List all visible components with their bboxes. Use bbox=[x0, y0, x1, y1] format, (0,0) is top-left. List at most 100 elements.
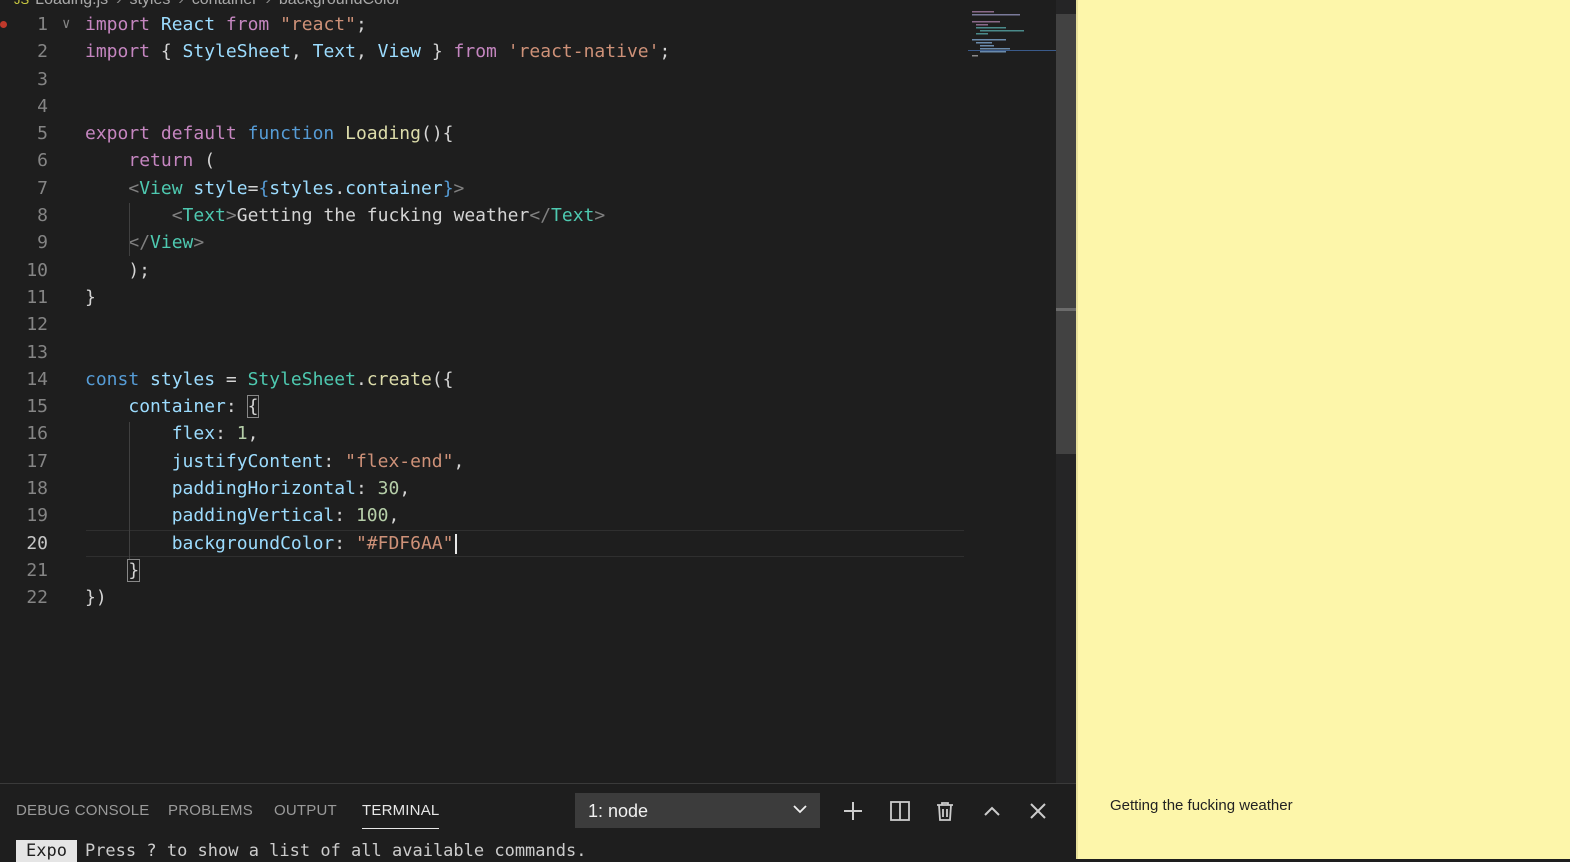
code-line[interactable]: 4 bbox=[0, 93, 1060, 120]
code-token: , bbox=[453, 450, 465, 472]
code-line[interactable]: 9 </View> bbox=[0, 229, 1060, 256]
code-token: paddingVertical bbox=[171, 505, 335, 527]
code-line[interactable]: 20 backgroundColor: "#FDF6AA" bbox=[0, 529, 1060, 558]
code-line[interactable]: 2 import { StyleSheet, Text, View } from … bbox=[0, 38, 1060, 65]
code-line[interactable]: 21 } bbox=[0, 557, 1060, 584]
code-line[interactable]: 10 ); bbox=[0, 257, 1060, 284]
code-text: export default function Loading(){ bbox=[85, 120, 454, 147]
code-token: default bbox=[160, 123, 237, 145]
maximize-panel-button[interactable] bbox=[979, 798, 1005, 824]
code-token: : bbox=[215, 423, 237, 445]
line-number: 2 bbox=[37, 41, 48, 63]
preview-text: Getting the fucking weather bbox=[1110, 797, 1293, 814]
matched-bracket: } bbox=[127, 558, 141, 582]
line-number: 11 bbox=[26, 286, 48, 308]
code-line[interactable]: 5 export default function Loading(){ bbox=[0, 120, 1060, 147]
code-line[interactable]: 18 paddingHorizontal: 30, bbox=[0, 475, 1060, 502]
code-token: export bbox=[85, 123, 151, 145]
code-token: : bbox=[355, 478, 378, 500]
code-token: ); bbox=[85, 259, 151, 281]
code-token: . bbox=[334, 177, 346, 199]
breadcrumb-item-styles[interactable]: styles bbox=[129, 0, 170, 8]
code-line[interactable]: 13 bbox=[0, 339, 1060, 366]
line-number: 22 bbox=[26, 587, 48, 609]
code-line[interactable]: 17 justifyContent: "flex-end", bbox=[0, 448, 1060, 475]
code-line[interactable]: 15 container: { bbox=[0, 393, 1060, 420]
breadcrumb[interactable]: JS Loading.js › styles › container › background… bbox=[14, 0, 401, 9]
tab-output[interactable]: OUTPUT bbox=[274, 802, 337, 819]
code-line[interactable]: 19 paddingVertical: 100, bbox=[0, 502, 1060, 529]
code-token: styles bbox=[150, 368, 216, 390]
code-token: = bbox=[215, 368, 248, 390]
code-token: ({ bbox=[431, 368, 454, 390]
code-token: StyleSheet bbox=[182, 41, 291, 63]
code-token: React bbox=[160, 14, 216, 35]
breadcrumb-item-property[interactable]: backgroundColor bbox=[279, 0, 401, 8]
terminal-output-line[interactable]: Expo Press ? to show a list of all availa… bbox=[16, 840, 586, 862]
code-line[interactable]: 8 <Text>Getting the fucking weather</Tex… bbox=[0, 202, 1060, 229]
code-token: Loading bbox=[345, 123, 421, 145]
code-token: 'react-native' bbox=[507, 41, 660, 63]
indent-guide bbox=[129, 203, 130, 256]
text-cursor bbox=[454, 533, 457, 554]
tab-debug-console[interactable]: DEBUG CONSOLE bbox=[16, 802, 149, 819]
code-token: container bbox=[128, 396, 226, 418]
code-token: flex bbox=[171, 423, 216, 445]
code-token: ( bbox=[193, 150, 216, 172]
vertical-scrollbar[interactable] bbox=[1056, 0, 1076, 783]
code-text: return ( bbox=[85, 147, 215, 174]
breadcrumb-item-container[interactable]: container bbox=[192, 0, 258, 8]
code-token: ; bbox=[659, 41, 671, 63]
code-token: backgroundColor bbox=[171, 532, 335, 554]
code-line[interactable]: 22}) bbox=[0, 584, 1060, 611]
app-preview: Getting the fucking weather bbox=[1076, 0, 1570, 859]
chevron-up-icon bbox=[984, 806, 1000, 816]
tab-problems[interactable]: PROBLEMS bbox=[168, 802, 253, 819]
code-token: . bbox=[355, 368, 367, 390]
code-editor[interactable]: JS Loading.js › styles › container › background… bbox=[0, 0, 1076, 783]
code-text: paddingVertical: 100, bbox=[85, 502, 400, 529]
split-terminal-button[interactable] bbox=[887, 798, 913, 824]
bottom-panel: DEBUG CONSOLE PROBLEMS OUTPUT TERMINAL 1… bbox=[0, 783, 1076, 862]
line-number: 3 bbox=[37, 68, 48, 90]
code-token: return bbox=[128, 150, 194, 172]
breadcrumb-file[interactable]: Loading.js bbox=[35, 0, 108, 8]
code-token: : bbox=[334, 532, 356, 554]
close-panel-button[interactable] bbox=[1025, 798, 1051, 824]
terminal-select[interactable]: 1: node bbox=[575, 793, 820, 828]
kill-terminal-button[interactable] bbox=[932, 798, 958, 824]
code-token: "#FDF6AA" bbox=[355, 532, 454, 554]
code-token: 30 bbox=[377, 478, 400, 500]
code-token: 1 bbox=[236, 423, 248, 445]
code-line[interactable]: 14 const styles = StyleSheet.create({ bbox=[0, 366, 1060, 393]
code-token: (){ bbox=[420, 123, 454, 145]
minimap[interactable] bbox=[968, 8, 1056, 68]
code-line[interactable]: 6 return ( bbox=[0, 147, 1060, 174]
line-number: 10 bbox=[26, 259, 48, 281]
new-terminal-button[interactable] bbox=[840, 798, 866, 824]
line-number: 13 bbox=[26, 341, 48, 363]
code-token: < bbox=[128, 177, 140, 199]
code-text: import React from "react"; bbox=[85, 11, 367, 38]
line-number: 20 bbox=[26, 532, 48, 554]
code-token: import bbox=[85, 14, 151, 35]
code-line[interactable]: 3 bbox=[0, 66, 1060, 93]
code-text: } bbox=[85, 557, 141, 584]
code-line[interactable]: 11} bbox=[0, 284, 1060, 311]
split-icon bbox=[890, 801, 910, 821]
code-line[interactable]: 7 <View style={styles.container}> bbox=[0, 175, 1060, 202]
scrollbar-thumb[interactable] bbox=[1056, 14, 1076, 454]
code-line[interactable]: 12 bbox=[0, 311, 1060, 338]
tab-terminal[interactable]: TERMINAL bbox=[362, 802, 440, 829]
code-line[interactable]: 1 ∨ import React from "react"; bbox=[0, 11, 1060, 38]
chevron-down-icon bbox=[793, 805, 807, 814]
fold-chevron-icon[interactable]: ∨ bbox=[62, 11, 70, 38]
code-token: Text bbox=[182, 205, 226, 227]
code-area[interactable]: 1 ∨ import React from "react"; 2 import { St… bbox=[0, 11, 1060, 612]
code-line[interactable]: 16 flex: 1, bbox=[0, 420, 1060, 447]
code-token: container bbox=[345, 177, 443, 199]
